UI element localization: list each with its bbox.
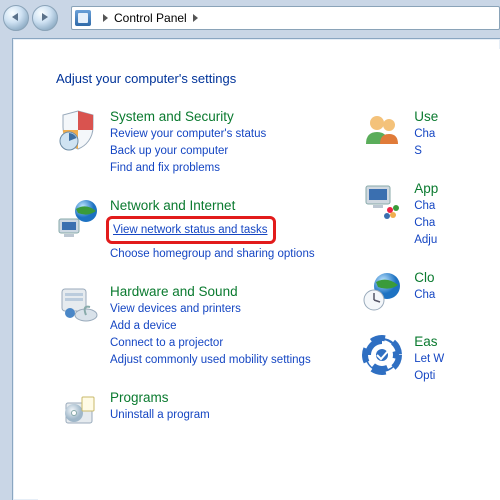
category-sublink[interactable]: Let W [414,351,444,368]
category-sublink[interactable]: Adju [414,232,438,249]
category-users: Use ChaS [360,108,500,160]
category-ease: Eas Let WOpti [360,333,500,385]
breadcrumb-bar[interactable]: Control Panel [71,6,500,30]
category-sublink[interactable]: Cha [414,287,435,304]
category-title[interactable]: Clo [414,270,435,285]
category-sublink[interactable]: Back up your computer [110,143,266,160]
nav-toolbar: Control Panel [3,3,500,33]
breadcrumb-sep-icon [103,14,108,22]
category-network: Network and Internet View network status … [56,197,326,263]
category-title[interactable]: Eas [414,334,444,349]
shield-icon [56,108,100,152]
hardware-icon [56,283,100,327]
category-title[interactable]: Programs [110,390,210,405]
window-frame: Control Panel Adjust your computer's set… [0,0,500,500]
ease-icon [360,333,404,377]
arrow-left-icon [12,13,18,21]
tutorial-highlight: View network status and tasks [106,216,276,244]
users-icon [360,108,404,152]
control-panel-icon [75,10,91,26]
category-sublink[interactable]: Uninstall a program [110,407,210,424]
category-sublink[interactable]: Opti [414,368,444,385]
page-heading: Adjust your computer's settings [56,71,500,86]
category-sublink[interactable]: View network status and tasks [113,224,267,236]
category-sublink[interactable]: Find and fix problems [110,160,266,177]
category-sublink[interactable]: Adjust commonly used mobility settings [110,352,311,369]
back-button[interactable] [3,5,29,31]
category-title[interactable]: App [414,181,438,196]
category-programs: Programs Uninstall a program [56,389,326,433]
category-sublink[interactable]: View devices and printers [110,301,311,318]
category-sublink[interactable]: Connect to a projector [110,335,311,352]
category-sublink[interactable]: Cha [414,126,438,143]
content-pane: Adjust your computer's settings System a… [38,49,500,500]
programs-icon [56,389,100,433]
category-sublink[interactable]: Add a device [110,318,311,335]
category-hardware: Hardware and Sound View devices and print… [56,283,326,369]
category-shield: System and Security Review your computer'… [56,108,326,177]
category-sublink[interactable]: Choose homegroup and sharing options [110,246,315,263]
category-sublink[interactable]: Cha [414,215,438,232]
category-sublink[interactable]: S [414,143,438,160]
network-icon [56,197,100,241]
category-title[interactable]: Hardware and Sound [110,284,311,299]
forward-button[interactable] [32,5,58,31]
category-sublink[interactable]: Review your computer's status [110,126,266,143]
breadcrumb-label: Control Panel [114,11,187,25]
breadcrumb-sep-icon [193,14,198,22]
window-border: Adjust your computer's settings System a… [12,38,500,500]
category-clock: Clo Cha [360,269,500,313]
arrow-right-icon [42,13,48,21]
category-title[interactable]: Network and Internet [110,198,315,213]
clock-icon [360,269,404,313]
category-sublink[interactable]: Cha [414,198,438,215]
category-title[interactable]: System and Security [110,109,266,124]
category-appearance: AppChaChaAdju [360,180,500,249]
appearance-icon [360,180,404,224]
category-title[interactable]: Use [414,109,438,124]
